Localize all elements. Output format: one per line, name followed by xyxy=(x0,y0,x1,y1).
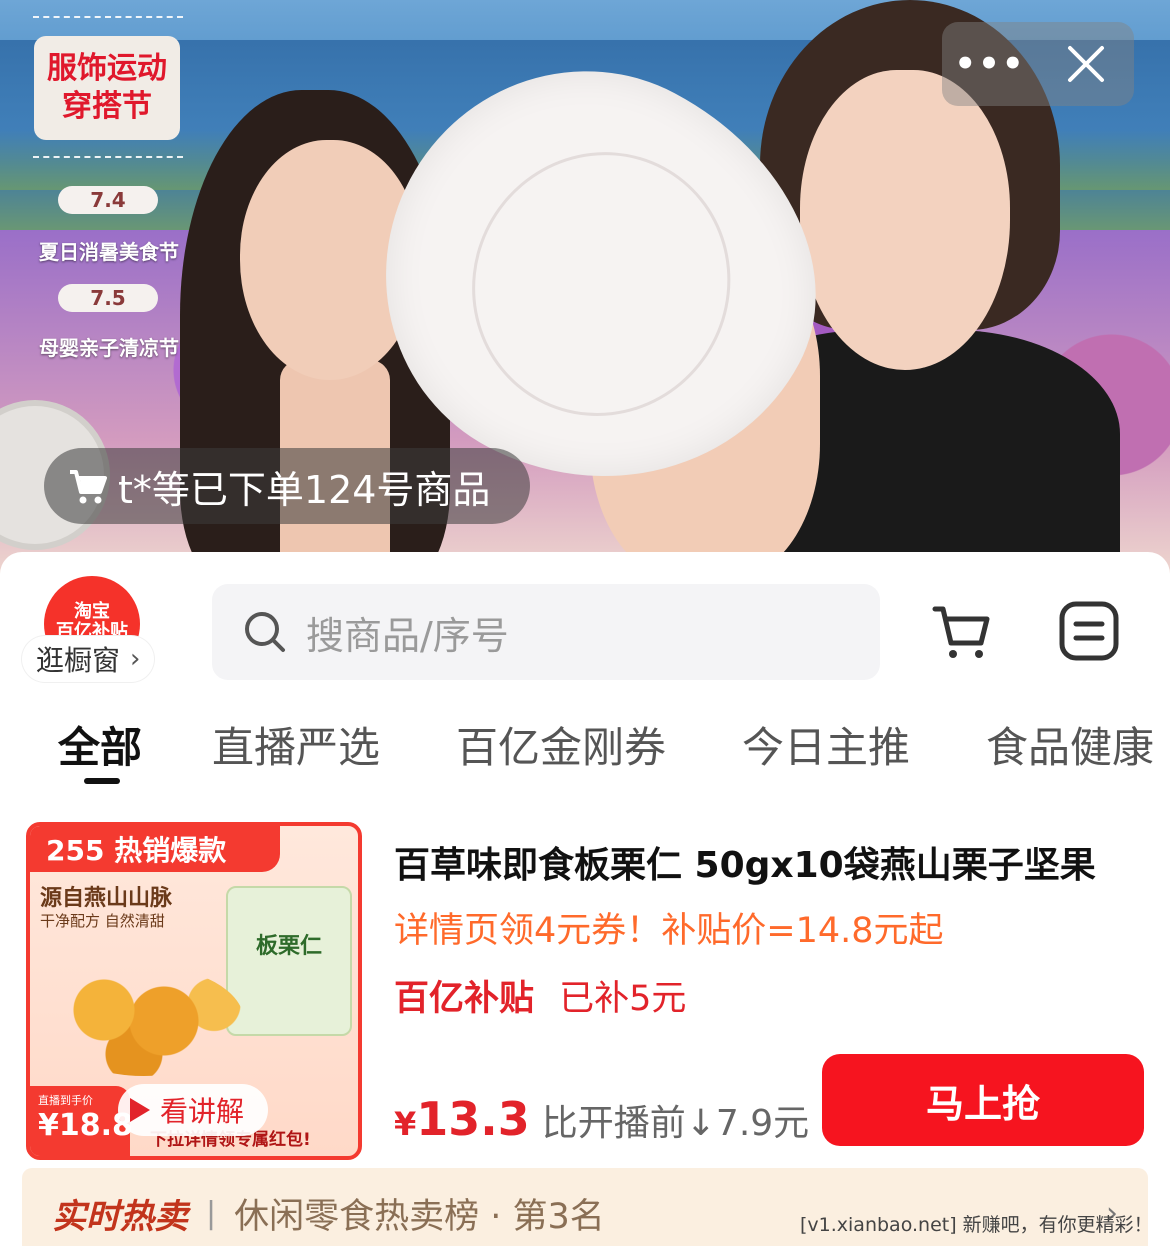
order-list-button[interactable] xyxy=(1054,596,1124,666)
chestnuts-image xyxy=(44,966,244,1076)
product-title[interactable]: 百草味即食板栗仁 50gx10袋燕山栗子坚果 xyxy=(394,836,1096,888)
coupon-info: 详情页领4元券！补贴价=14.8元起 xyxy=(394,911,944,951)
browse-label: 逛橱窗 xyxy=(36,644,121,677)
cart-button[interactable] xyxy=(926,596,996,666)
hot-strip-label: 实时热卖 xyxy=(52,1196,188,1237)
event-name: 夏日消暑美食节 xyxy=(39,240,179,264)
order-notice-text: t*等已下单124号商品 xyxy=(118,467,491,512)
event-date: 7.5 xyxy=(58,284,158,312)
price-drop: 比开播前↓7.9元 xyxy=(541,1103,810,1144)
current-price: 13.3 xyxy=(416,1092,530,1146)
more-dots-icon[interactable]: ••• xyxy=(942,22,1038,106)
product-sheet: 淘宝 百亿补贴 逛橱窗 › 搜商品/序号 全部 直播严选 百亿金刚券 今日主推 … xyxy=(0,552,1170,1246)
event-name: 母婴亲子清凉节 xyxy=(39,336,179,360)
chevron-right-icon: › xyxy=(130,644,141,674)
live-video[interactable]: 服饰运动 穿搭节 7.4 夏日消暑美食节 7.5 母婴亲子清凉节 ••• t*等… xyxy=(0,0,1170,580)
package-label: 板栗仁 xyxy=(255,934,322,959)
thumb-price-label: 直播到手价 xyxy=(38,1094,93,1107)
event-calendar[interactable]: 服饰运动 穿搭节 7.4 夏日消暑美食节 7.5 母婴亲子清凉节 xyxy=(28,0,188,370)
subsidy-tag: 百亿补贴 xyxy=(394,979,535,1019)
thumb-origin-subtext: 干净配方 自然清甜 xyxy=(40,912,165,930)
browse-window-button[interactable]: 逛橱窗 › xyxy=(22,636,155,682)
tab-live-selection[interactable]: 直播严选 xyxy=(212,714,380,775)
event-badge-text: 服饰运动 穿搭节 xyxy=(47,51,167,124)
search-placeholder: 搜商品/序号 xyxy=(306,613,509,658)
search-icon xyxy=(245,612,285,652)
top-controls: ••• xyxy=(942,22,1134,106)
tab-all[interactable]: 全部 xyxy=(58,714,142,775)
host-right-face xyxy=(800,70,1010,370)
explain-label: 看讲解 xyxy=(160,1095,245,1128)
divider xyxy=(33,16,183,18)
hot-sale-badge: 255 热销爆款 xyxy=(30,826,280,872)
play-icon xyxy=(130,1098,150,1122)
list-icon xyxy=(1059,601,1119,661)
price-row: ¥ 13.3 比开播前↓7.9元 xyxy=(394,1092,809,1146)
thumb-origin-text: 源自燕山山脉 xyxy=(40,886,173,911)
product-package: 板栗仁 xyxy=(226,886,352,1036)
close-icon[interactable] xyxy=(1038,22,1134,106)
currency-symbol: ¥ xyxy=(394,1105,417,1143)
subsidy-amount: 已补5元 xyxy=(559,979,687,1019)
watch-explain-button[interactable]: 看讲解 xyxy=(118,1084,268,1136)
buy-now-button[interactable]: 马上抢 xyxy=(822,1054,1144,1146)
hot-strip-rank: 休闲零食热卖榜 · 第3名 xyxy=(234,1196,605,1237)
thumb-price: ¥18.8 xyxy=(38,1108,133,1143)
category-tabs: 全部 直播严选 百亿金刚券 今日主推 食品健康 xyxy=(0,714,1170,794)
active-tab-indicator xyxy=(84,778,120,784)
watermark: [v1.xianbao.net] 新赚吧，有你更精彩！ xyxy=(800,1214,1153,1236)
hot-strip-separator: | xyxy=(206,1195,217,1231)
tab-today-picks[interactable]: 今日主推 xyxy=(742,714,910,775)
subsidy-info: 百亿补贴 已补5元 xyxy=(394,970,686,1021)
cart-icon xyxy=(70,470,107,504)
cart-icon xyxy=(932,606,990,658)
divider xyxy=(33,156,183,158)
search-input[interactable]: 搜商品/序号 xyxy=(212,584,880,680)
tab-food-health[interactable]: 食品健康 xyxy=(986,714,1154,775)
order-notice: t*等已下单124号商品 xyxy=(44,448,530,524)
tab-coupons[interactable]: 百亿金刚券 xyxy=(456,714,666,775)
thumb-price-tag: 直播到手价 ¥18.8 xyxy=(30,1086,133,1156)
event-date: 7.4 xyxy=(58,186,158,214)
event-badge[interactable]: 服饰运动 穿搭节 xyxy=(34,36,180,140)
